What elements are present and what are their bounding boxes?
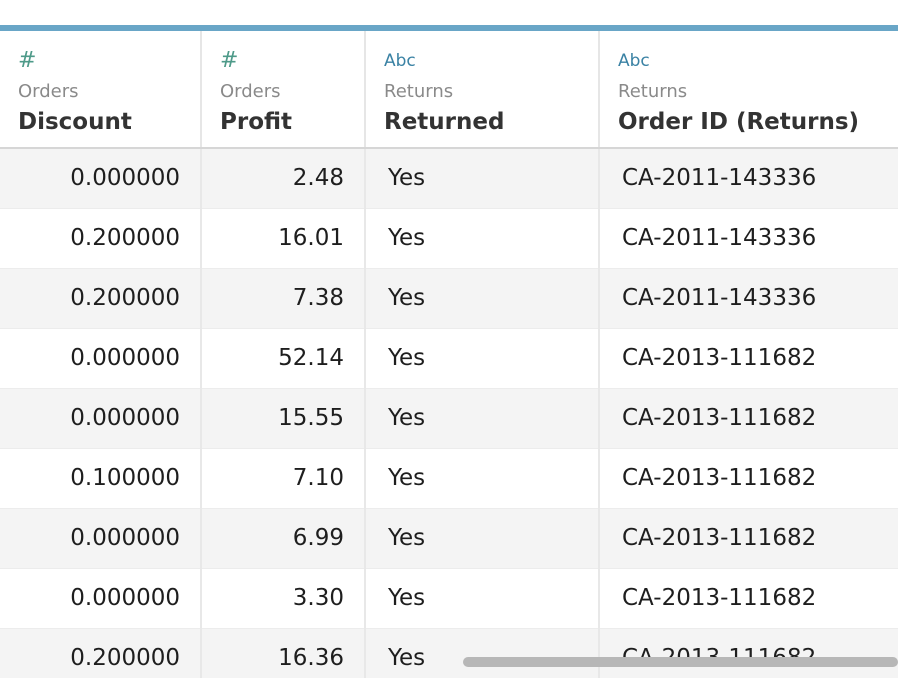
column-source-label: Orders xyxy=(220,81,281,102)
order-id-cell[interactable]: CA-2013-111682 xyxy=(599,448,898,509)
order-id-cell[interactable]: CA-2011-143336 xyxy=(599,268,898,329)
returned-cell[interactable]: Yes xyxy=(365,208,600,269)
column-field-label: Discount xyxy=(18,109,132,135)
returned-cell[interactable]: Yes xyxy=(365,628,600,678)
table-row[interactable]: 0.000000 3.30 Yes CA-2013-111682 xyxy=(0,568,898,629)
table-body: 0.000000 2.48 Yes CA-2011-143336 0.20000… xyxy=(0,148,898,678)
column-header-discount[interactable]: # Orders Discount xyxy=(0,25,202,149)
order-id-cell[interactable]: CA-2013-111682 xyxy=(599,508,898,569)
column-header-order-id-returns[interactable]: Abc Returns Order ID (Returns) xyxy=(599,25,898,149)
returned-cell[interactable]: Yes xyxy=(365,568,600,629)
profit-cell[interactable]: 6.99 xyxy=(201,508,366,569)
column-source-label: Returns xyxy=(384,81,454,102)
discount-cell[interactable]: 0.100000 xyxy=(0,448,202,509)
profit-cell[interactable]: 3.30 xyxy=(201,568,366,629)
discount-cell[interactable]: 0.200000 xyxy=(0,208,202,269)
table-row[interactable]: 0.000000 52.14 Yes CA-2013-111682 xyxy=(0,328,898,389)
table-row[interactable]: 0.200000 16.36 Yes CA-2013-111682 xyxy=(0,628,898,678)
returned-cell[interactable]: Yes xyxy=(365,328,600,389)
discount-cell[interactable]: 0.000000 xyxy=(0,148,202,209)
profit-cell[interactable]: 52.14 xyxy=(201,328,366,389)
table-row[interactable]: 0.000000 2.48 Yes CA-2011-143336 xyxy=(0,148,898,209)
order-id-cell[interactable]: CA-2013-111682 xyxy=(599,568,898,629)
header-row: # Orders Discount # Orders Profit Abc Re… xyxy=(0,25,898,149)
table-row[interactable]: 0.200000 7.38 Yes CA-2011-143336 xyxy=(0,268,898,329)
returned-cell[interactable]: Yes xyxy=(365,148,600,209)
column-field-label: Profit xyxy=(220,109,293,135)
discount-cell[interactable]: 0.200000 xyxy=(0,268,202,329)
table-row[interactable]: 0.200000 16.01 Yes CA-2011-143336 xyxy=(0,208,898,269)
profit-cell[interactable]: 16.36 xyxy=(201,628,366,678)
returned-cell[interactable]: Yes xyxy=(365,448,600,509)
discount-cell[interactable]: 0.200000 xyxy=(0,628,202,678)
column-header-returned[interactable]: Abc Returns Returned xyxy=(365,25,600,149)
order-id-cell[interactable]: CA-2011-143336 xyxy=(599,208,898,269)
column-field-label: Order ID (Returns) xyxy=(618,109,860,135)
discount-cell[interactable]: 0.000000 xyxy=(0,508,202,569)
data-grid: # Orders Discount # Orders Profit Abc Re… xyxy=(0,25,898,678)
profit-cell[interactable]: 7.10 xyxy=(201,448,366,509)
returned-cell[interactable]: Yes xyxy=(365,268,600,329)
order-id-cell[interactable]: CA-2011-143336 xyxy=(599,148,898,209)
table-row[interactable]: 0.100000 7.10 Yes CA-2013-111682 xyxy=(0,448,898,509)
number-type-icon[interactable]: # xyxy=(18,50,200,72)
string-type-icon[interactable]: Abc xyxy=(618,51,898,71)
discount-cell[interactable]: 0.000000 xyxy=(0,328,202,389)
column-source-label: Returns xyxy=(618,81,688,102)
column-header-profit[interactable]: # Orders Profit xyxy=(201,25,366,149)
table-row[interactable]: 0.000000 15.55 Yes CA-2013-111682 xyxy=(0,388,898,449)
table-row[interactable]: 0.000000 6.99 Yes CA-2013-111682 xyxy=(0,508,898,569)
returned-cell[interactable]: Yes xyxy=(365,508,600,569)
order-id-cell[interactable]: CA-2013-111682 xyxy=(599,328,898,389)
string-type-icon[interactable]: Abc xyxy=(384,51,598,71)
order-id-cell[interactable]: CA-2013-111682 xyxy=(599,628,898,678)
profit-cell[interactable]: 2.48 xyxy=(201,148,366,209)
returned-cell[interactable]: Yes xyxy=(365,388,600,449)
profit-cell[interactable]: 15.55 xyxy=(201,388,366,449)
discount-cell[interactable]: 0.000000 xyxy=(0,568,202,629)
order-id-cell[interactable]: CA-2013-111682 xyxy=(599,388,898,449)
data-table: # Orders Discount # Orders Profit Abc Re… xyxy=(0,25,898,678)
column-field-label: Returned xyxy=(384,109,505,135)
profit-cell[interactable]: 16.01 xyxy=(201,208,366,269)
horizontal-scrollbar[interactable] xyxy=(463,657,898,667)
discount-cell[interactable]: 0.000000 xyxy=(0,388,202,449)
profit-cell[interactable]: 7.38 xyxy=(201,268,366,329)
column-source-label: Orders xyxy=(18,81,79,102)
number-type-icon[interactable]: # xyxy=(220,50,364,72)
